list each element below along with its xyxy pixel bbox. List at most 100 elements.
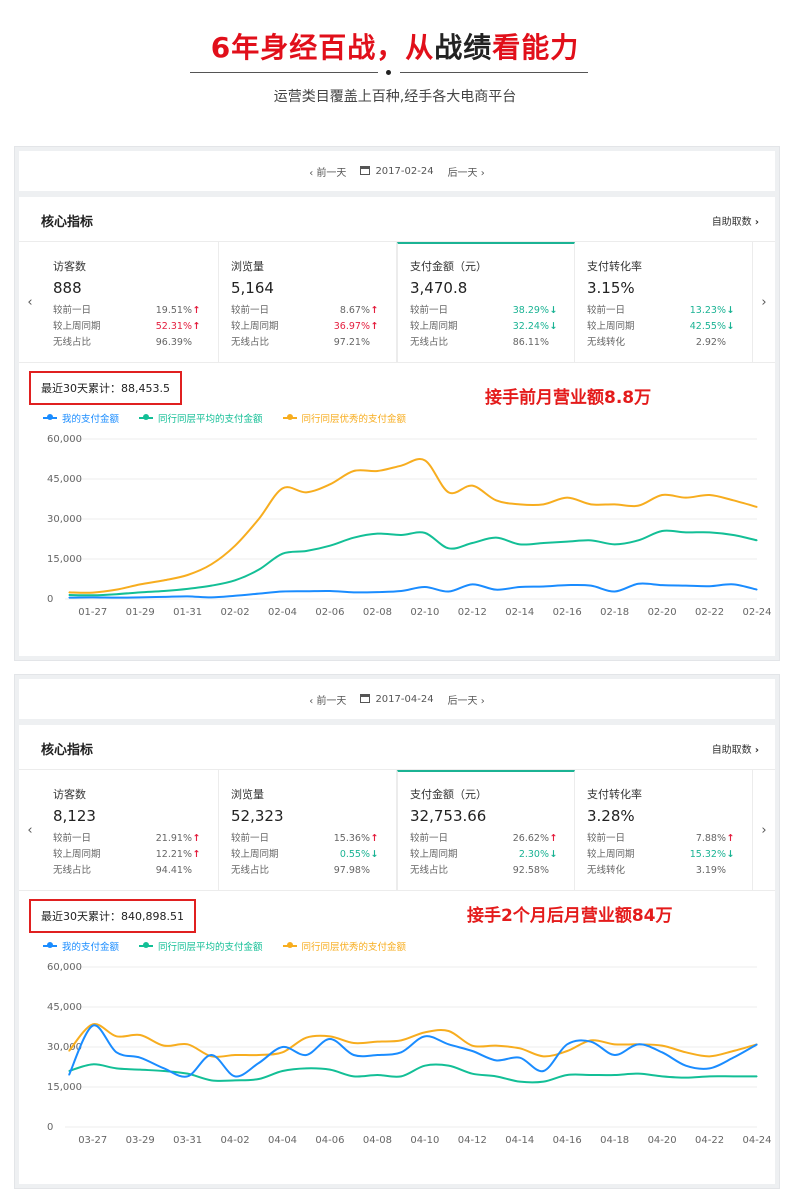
data-point — [447, 1065, 450, 1067]
x-tick-label: 04-20 — [648, 1135, 677, 1146]
calendar-icon — [360, 693, 371, 703]
data-point — [353, 1042, 355, 1044]
data-point — [329, 590, 331, 592]
next-day-button[interactable]: 后一天 › — [448, 692, 485, 707]
data-point — [471, 1073, 473, 1075]
kpi-compare-label: 无线占比 — [231, 337, 270, 348]
core-metrics-card: 核心指标 自助取数 › ‹ 访客数 888 较前一日 19.51% ↑ 较上周同期 52.3… — [19, 197, 775, 656]
data-point — [661, 530, 663, 532]
legend-item[interactable]: 同行同层优秀的支付金额 — [282, 939, 406, 953]
data-point — [115, 589, 118, 591]
data-point — [400, 1051, 402, 1053]
arrow-down-icon: ↓ — [549, 849, 558, 860]
data-point — [566, 541, 568, 543]
legend-item[interactable]: 我的支付金额 — [43, 411, 119, 425]
kpi-compare-value: 12.21% — [155, 849, 192, 860]
data-point — [542, 542, 545, 544]
kpi-card[interactable]: 支付转化率 3.28% 较前一日 7.88% ↑ 较上周同期 15.32% ↓ 无线转化 3.19… — [575, 770, 753, 890]
data-point — [234, 579, 236, 581]
kpi-next-arrow-icon[interactable]: › — [753, 242, 775, 362]
kpi-value: 5,164 — [231, 279, 274, 297]
card-title: 核心指标 — [41, 743, 94, 758]
chart-legend: 我的支付金额 同行同层平均的支付金额 同行同层优秀的支付金额 — [43, 411, 406, 425]
hero-divider-right — [400, 72, 588, 73]
data-point — [258, 1054, 260, 1056]
x-tick-label: 02-04 — [268, 607, 297, 618]
kpi-compare-label: 较上周同期 — [53, 849, 101, 860]
hero-divider-left — [190, 72, 378, 73]
legend-item[interactable]: 同行同层平均的支付金额 — [139, 939, 263, 953]
kpi-title: 支付转化率 — [587, 788, 642, 801]
legend-item[interactable]: 同行同层优秀的支付金额 — [282, 411, 406, 425]
data-point — [756, 1075, 758, 1077]
kpi-card[interactable]: 访客数 888 较前一日 19.51% ↑ 较上周同期 52.31% ↑ 无线占比 96.39% — [41, 242, 219, 362]
data-point — [92, 1063, 94, 1065]
data-point — [732, 534, 734, 536]
data-point — [495, 499, 497, 501]
data-point — [447, 1030, 450, 1032]
data-point — [708, 531, 711, 533]
data-point — [210, 563, 212, 565]
data-point — [258, 518, 260, 520]
dashboard-panel-apr: ‹ 前一天 2017-04-24 后一天 › 核心指标 自助取数 › ‹ 访客数… — [14, 674, 780, 1189]
x-tick-label: 04-02 — [221, 1135, 250, 1146]
prev-day-button[interactable]: ‹ 前一天 — [309, 692, 346, 707]
kpi-card[interactable]: 支付金额（元） 32,753.66 较前一日 26.62% ↑ 较上周同期 2.30% ↓ 无线… — [397, 770, 575, 890]
data-point — [519, 1057, 521, 1059]
date-picker[interactable]: 2017-02-24 — [360, 165, 434, 177]
x-tick-label: 03-27 — [78, 1135, 107, 1146]
prev-day-button[interactable]: ‹ 前一天 — [309, 164, 346, 179]
data-point — [281, 1070, 284, 1072]
data-point — [281, 553, 284, 555]
kpi-compare-value: 26.62% — [512, 833, 549, 844]
next-day-button[interactable]: 后一天 › — [448, 164, 485, 179]
kpi-prev-arrow-icon[interactable]: ‹ — [19, 770, 41, 890]
kpi-card[interactable]: 支付金额（元） 3,470.8 较前一日 38.29% ↓ 较上周同期 32.24% ↓ 无线占… — [397, 242, 575, 362]
legend-item[interactable]: 同行同层平均的支付金额 — [139, 411, 263, 425]
data-point — [424, 532, 426, 534]
data-point — [424, 586, 426, 588]
self-fetch-link[interactable]: 自助取数 › — [712, 741, 759, 756]
kpi-title: 访客数 — [53, 788, 86, 801]
data-point — [519, 543, 521, 545]
y-tick-label: 0 — [47, 594, 53, 605]
kpi-card[interactable]: 支付转化率 3.15% 较前一日 13.23% ↓ 较上周同期 42.55% ↓ 无线转化 2.9… — [575, 242, 753, 362]
x-tick-label: 02-22 — [695, 607, 724, 618]
arrow-down-icon: ↓ — [726, 849, 735, 860]
kpi-compare-label: 较前一日 — [231, 833, 270, 844]
kpi-compare-row: 较上周同期 32.24% ↓ — [410, 319, 558, 335]
kpi-compare-value: 96.39% — [155, 337, 192, 348]
data-point — [92, 1025, 94, 1027]
kpi-compare-value: 52.31% — [155, 321, 192, 332]
legend-item[interactable]: 我的支付金额 — [43, 939, 119, 953]
self-fetch-link[interactable]: 自助取数 › — [712, 213, 759, 228]
data-point — [68, 597, 70, 599]
hero-title: 6年身经百战，从战绩看能力 — [210, 31, 580, 64]
data-point — [92, 594, 94, 596]
kpi-row: ‹ 访客数 888 较前一日 19.51% ↑ 较上周同期 52.31% ↑ 无线占比 96.39… — [19, 241, 775, 363]
kpi-compare-row: 较前一日 7.88% ↑ — [587, 831, 735, 847]
kpi-card[interactable]: 访客数 8,123 较前一日 21.91% ↑ 较上周同期 12.21% ↑ 无线占比 94.41… — [41, 770, 219, 890]
data-point — [519, 503, 521, 505]
data-point — [400, 1039, 402, 1041]
data-point — [756, 589, 758, 591]
data-point — [708, 1055, 711, 1057]
kpi-card[interactable]: 浏览量 52,323 较前一日 15.36% ↑ 较上周同期 0.55% ↓ 无线占比 97.98… — [219, 770, 397, 890]
kpi-compare-label: 无线占比 — [410, 865, 449, 876]
kpi-compare-row: 较上周同期 52.31% ↑ — [53, 319, 201, 335]
kpi-prev-arrow-icon[interactable]: ‹ — [19, 242, 41, 362]
kpi-compare-value: 86.11% — [512, 337, 549, 348]
kpi-next-arrow-icon[interactable]: › — [753, 770, 775, 890]
x-tick-label: 03-29 — [126, 1135, 155, 1146]
data-point — [68, 1070, 70, 1072]
kpi-value: 3.28% — [587, 807, 635, 825]
data-point — [471, 1050, 473, 1052]
data-point — [614, 1074, 616, 1076]
data-point — [732, 1050, 734, 1052]
kpi-compare-label: 较前一日 — [53, 305, 92, 316]
x-tick-label: 02-10 — [410, 607, 439, 618]
kpi-compare-row: 较前一日 21.91% ↑ — [53, 831, 201, 847]
kpi-compare-value: 42.55% — [689, 321, 726, 332]
kpi-card[interactable]: 浏览量 5,164 较前一日 8.67% ↑ 较上周同期 36.97% ↑ 无线占比 97.21% — [219, 242, 397, 362]
date-picker[interactable]: 2017-04-24 — [360, 693, 434, 705]
